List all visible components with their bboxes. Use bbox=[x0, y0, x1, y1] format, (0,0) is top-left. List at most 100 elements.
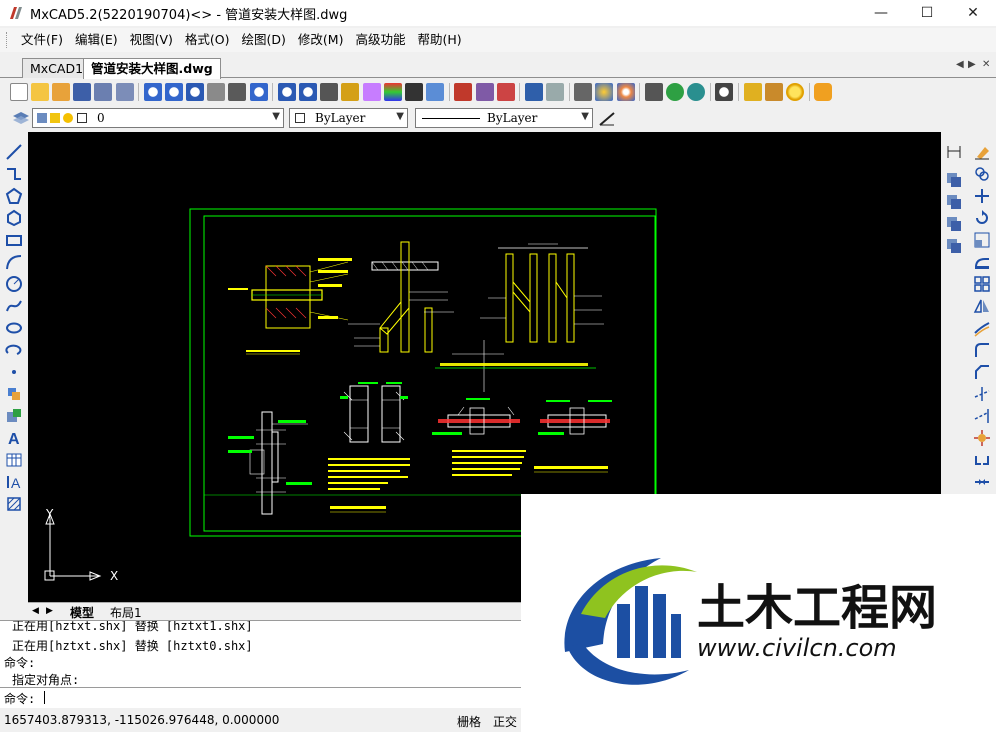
camera-icon[interactable] bbox=[644, 83, 663, 101]
command-window[interactable]: 正在用[hztxt.shx] 替换 [hztxt1.shx] 正在用[hztxt… bbox=[0, 620, 521, 708]
dimension-icon[interactable] bbox=[945, 143, 963, 161]
layers-icon[interactable] bbox=[383, 83, 402, 101]
trim-icon[interactable] bbox=[973, 385, 991, 403]
print-icon[interactable] bbox=[115, 83, 134, 101]
purge-icon[interactable] bbox=[454, 83, 473, 101]
rectangle-icon[interactable] bbox=[5, 231, 23, 249]
linetype-dropdown[interactable]: ByLayer ▼ bbox=[415, 108, 593, 128]
close-button[interactable]: ✕ bbox=[950, 0, 996, 26]
break-icon[interactable] bbox=[973, 451, 991, 469]
menu-grip[interactable] bbox=[6, 32, 9, 48]
menu-edit[interactable]: 编辑(E) bbox=[69, 28, 124, 52]
render-icon[interactable] bbox=[362, 83, 381, 101]
circle-icon[interactable] bbox=[5, 275, 23, 293]
table-icon[interactable] bbox=[5, 451, 23, 469]
find-icon[interactable] bbox=[715, 83, 734, 101]
tab-model[interactable]: 模型 bbox=[70, 604, 94, 621]
ortho-toggle[interactable]: 正交 bbox=[493, 713, 517, 730]
chat-icon[interactable] bbox=[666, 83, 685, 101]
zoom-previous-icon[interactable] bbox=[277, 83, 296, 101]
insert-block-icon[interactable] bbox=[5, 407, 23, 425]
match-properties-icon[interactable] bbox=[404, 83, 423, 101]
pencil-icon[interactable] bbox=[341, 83, 360, 101]
export-image-icon[interactable] bbox=[426, 83, 445, 101]
line-icon[interactable] bbox=[5, 143, 23, 161]
menu-format[interactable]: 格式(O) bbox=[179, 28, 236, 52]
layer-dropdown[interactable]: 0 ▼ bbox=[32, 108, 284, 128]
copy-icon[interactable] bbox=[973, 165, 991, 183]
arc-icon[interactable] bbox=[5, 253, 23, 271]
erase-icon[interactable] bbox=[973, 143, 991, 161]
shop-icon[interactable] bbox=[814, 83, 833, 101]
polygon-icon[interactable] bbox=[5, 187, 23, 205]
fillet-icon[interactable] bbox=[973, 341, 991, 359]
edit-pencil-icon[interactable] bbox=[764, 83, 783, 101]
attribute-icon[interactable]: A bbox=[5, 473, 23, 491]
rotate-icon[interactable] bbox=[973, 209, 991, 227]
menu-view[interactable]: 视图(V) bbox=[124, 28, 179, 52]
zoom-all-icon[interactable] bbox=[299, 83, 318, 101]
array-icon[interactable] bbox=[973, 275, 991, 293]
redo-icon[interactable] bbox=[546, 83, 565, 101]
ellipse-arc-icon[interactable] bbox=[5, 341, 23, 359]
pan-icon[interactable] bbox=[207, 83, 226, 101]
properties-icon[interactable] bbox=[475, 83, 494, 101]
dim-style-icon[interactable] bbox=[945, 171, 963, 189]
design-center-icon[interactable] bbox=[496, 83, 515, 101]
command-input[interactable]: 命令: bbox=[0, 687, 521, 707]
tab-pipe-drawing[interactable]: 管道安装大样图.dwg bbox=[83, 58, 221, 79]
ellipse-icon[interactable] bbox=[5, 319, 23, 337]
scale-icon[interactable] bbox=[973, 231, 991, 249]
maximize-button[interactable]: ☐ bbox=[904, 0, 950, 26]
move-icon[interactable] bbox=[973, 187, 991, 205]
polyline-icon[interactable] bbox=[5, 165, 23, 183]
tab-close-icon[interactable]: ✕ bbox=[982, 59, 990, 70]
tab-prev-icon[interactable]: ◀ bbox=[956, 59, 964, 70]
zoom-in-icon[interactable] bbox=[186, 83, 205, 101]
mirror-icon[interactable] bbox=[973, 297, 991, 315]
ucs-icon[interactable] bbox=[228, 83, 247, 101]
menu-draw[interactable]: 绘图(D) bbox=[236, 28, 292, 52]
lineweight-icon[interactable] bbox=[598, 109, 616, 127]
save-as-icon[interactable] bbox=[94, 83, 113, 101]
spline-icon[interactable] bbox=[5, 297, 23, 315]
new-icon[interactable] bbox=[9, 83, 28, 101]
menu-modify[interactable]: 修改(M) bbox=[292, 28, 350, 52]
star-icon[interactable] bbox=[785, 83, 804, 101]
move-view-icon[interactable] bbox=[320, 83, 339, 101]
grid-toggle[interactable]: 栅格 bbox=[457, 713, 481, 730]
hatch-icon[interactable] bbox=[5, 495, 23, 513]
zoom-window-icon[interactable] bbox=[164, 83, 183, 101]
join-icon[interactable] bbox=[973, 473, 991, 491]
dim-update-icon[interactable] bbox=[945, 193, 963, 211]
explode-icon[interactable] bbox=[973, 429, 991, 447]
browser-icon[interactable] bbox=[616, 83, 635, 101]
layout-prev-icon[interactable]: ◀ bbox=[32, 606, 39, 616]
block-icon[interactable] bbox=[5, 385, 23, 403]
undo-icon[interactable] bbox=[524, 83, 543, 101]
chamfer-icon[interactable] bbox=[973, 363, 991, 381]
menu-advanced[interactable]: 高级功能 bbox=[349, 28, 411, 52]
pentagon-icon[interactable] bbox=[5, 209, 23, 227]
open-icon[interactable] bbox=[30, 83, 49, 101]
plugin-icon[interactable] bbox=[574, 83, 593, 101]
menu-help[interactable]: 帮助(H) bbox=[411, 28, 467, 52]
tab-next-icon[interactable]: ▶ bbox=[968, 59, 976, 70]
offset-icon[interactable] bbox=[973, 319, 991, 337]
open-folder-icon[interactable] bbox=[51, 83, 70, 101]
menu-file[interactable]: 文件(F) bbox=[15, 28, 69, 52]
tab-layout1[interactable]: 布局1 bbox=[110, 604, 142, 621]
minimize-button[interactable]: — bbox=[858, 0, 904, 26]
dim-override-icon[interactable] bbox=[945, 237, 963, 255]
zoom-realtime-icon[interactable] bbox=[143, 83, 162, 101]
layout-next-icon[interactable]: ▶ bbox=[46, 606, 53, 616]
point-icon[interactable] bbox=[5, 363, 23, 381]
extend-icon[interactable] bbox=[973, 407, 991, 425]
text-icon[interactable]: A bbox=[5, 429, 23, 448]
globe-icon[interactable] bbox=[595, 83, 614, 101]
dim-edit-icon[interactable] bbox=[945, 215, 963, 233]
layer-manager-icon[interactable] bbox=[12, 109, 30, 127]
save-icon[interactable] bbox=[73, 83, 92, 101]
tab-mxcad1[interactable]: MxCAD1 bbox=[22, 58, 92, 78]
stretch-icon[interactable] bbox=[973, 253, 991, 271]
